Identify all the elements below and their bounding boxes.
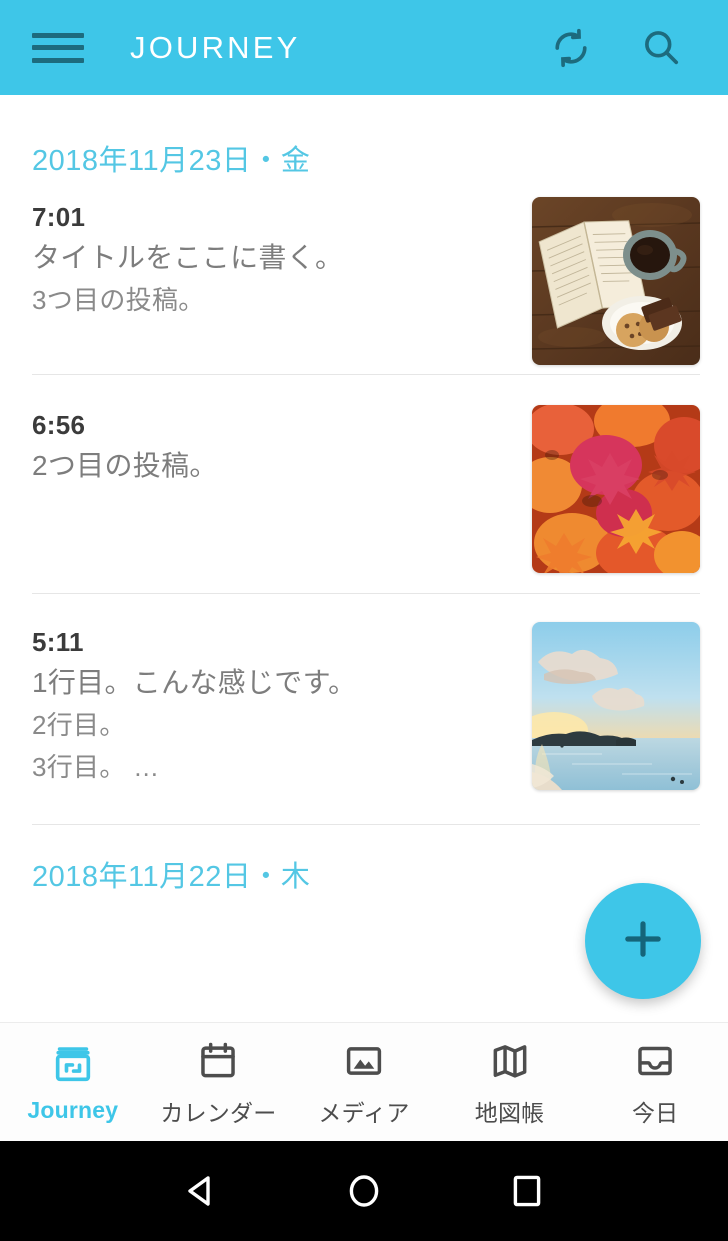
entry-time: 6:56: [32, 410, 86, 440]
back-triangle-icon[interactable]: [166, 1156, 236, 1226]
entry-text: 7:01 タイトルをここに書く。 3つ目の投稿。: [32, 191, 532, 321]
entry-list[interactable]: 2018年11月23日・金 7:01 タイトルをここに書く。 3つ目の投稿。 6…: [0, 95, 728, 1022]
nav-label: カレンダー: [160, 1099, 277, 1126]
nav-item-calendar[interactable]: カレンダー: [146, 1023, 292, 1142]
entry-text: 6:56 2つ目の投稿。: [32, 399, 532, 487]
entry-title: タイトルをここに書く。: [32, 241, 344, 273]
entry-body-line: 3つ目の投稿。: [32, 284, 205, 315]
nav-item-journey[interactable]: Journey: [0, 1023, 146, 1142]
map-icon: [488, 1037, 532, 1085]
nav-label: 地図帳: [474, 1099, 545, 1126]
journal-icon: [50, 1040, 96, 1088]
list-item[interactable]: 5:11 1行目。こんな感じです。 2行目。 3行目。 …: [0, 594, 728, 824]
add-entry-fab[interactable]: [585, 883, 701, 999]
plus-icon: [617, 913, 669, 970]
entry-body-line: 2行目。: [32, 709, 126, 740]
home-circle-icon[interactable]: [329, 1156, 399, 1226]
date-header: 2018年11月22日・木: [32, 861, 311, 893]
nav-item-today[interactable]: 今日: [582, 1023, 728, 1142]
entry-body-line: 3行目。 …: [32, 751, 160, 782]
calendar-icon: [196, 1037, 240, 1085]
entry-thumbnail[interactable]: [532, 197, 700, 365]
system-navigation-bar: [0, 1141, 728, 1241]
entry-thumbnail[interactable]: [532, 405, 700, 573]
entry-title: 1行目。こんな感じです。: [32, 666, 357, 698]
app-bar-actions: [548, 25, 684, 71]
entry-title: 2つ目の投稿。: [32, 449, 218, 481]
entry-text: 5:11 1行目。こんな感じです。 2行目。 3行目。 …: [32, 616, 532, 788]
nav-label: メディア: [318, 1099, 410, 1126]
search-icon[interactable]: [638, 25, 684, 71]
image-icon: [342, 1037, 386, 1085]
entry-time: 5:11: [32, 627, 84, 657]
sync-icon[interactable]: [548, 25, 594, 71]
app-title: JOURNEY: [130, 29, 301, 65]
entry-thumbnail[interactable]: [532, 622, 700, 790]
hamburger-menu-icon[interactable]: [32, 28, 84, 68]
hamburger-line: [32, 45, 84, 50]
list-item[interactable]: 6:56 2つ目の投稿。: [0, 375, 728, 593]
nav-label: Journey: [27, 1097, 119, 1123]
nav-label: 今日: [631, 1099, 679, 1126]
recents-square-icon[interactable]: [492, 1156, 562, 1226]
today-inbox-icon: [633, 1037, 677, 1085]
list-item[interactable]: 7:01 タイトルをここに書く。 3つ目の投稿。: [0, 179, 728, 374]
bottom-navigation: Journey カレンダー メディア 地図帳 今日: [0, 1022, 728, 1141]
app-bar: JOURNEY: [0, 0, 728, 95]
nav-item-media[interactable]: メディア: [291, 1023, 437, 1142]
nav-item-atlas[interactable]: 地図帳: [437, 1023, 583, 1142]
hamburger-line: [32, 32, 84, 38]
hamburger-line: [32, 57, 84, 63]
date-header: 2018年11月23日・金: [32, 145, 311, 177]
entry-time: 7:01: [32, 202, 86, 232]
app-screen: JOURNEY 2018年11月23日・金 7:01 タイトルをここに書く。 3…: [0, 0, 728, 1241]
